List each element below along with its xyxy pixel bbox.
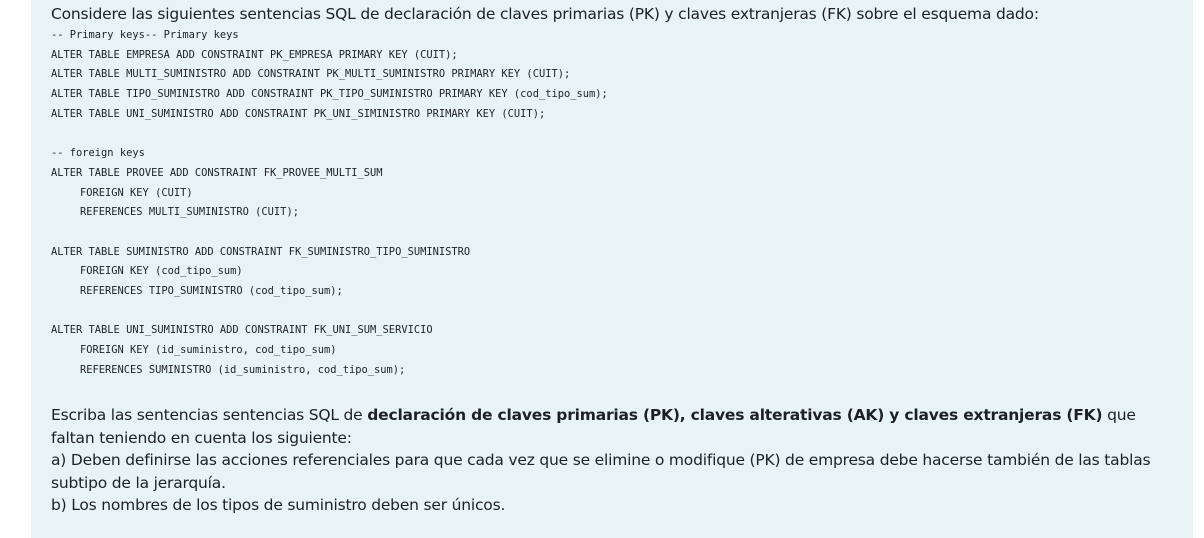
code-line: -- foreign keys — [51, 147, 145, 160]
instruction-item-a: a) Deben definirse las acciones referenc… — [51, 451, 1151, 492]
code-line: REFERENCES MULTI_SUMINISTRO (CUIT); — [80, 206, 299, 219]
code-line: FOREIGN KEY (CUIT) — [80, 186, 193, 199]
code-line: REFERENCES TIPO_SUMINISTRO (cod_tipo_sum… — [80, 284, 343, 297]
instructions-lead-text: Escriba las sentencias sentencias SQL de — [51, 406, 368, 425]
code-line: ALTER TABLE UNI_SUMINISTRO ADD CONSTRAIN… — [51, 107, 546, 120]
code-line: FOREIGN KEY (id_suministro, cod_tipo_sum… — [80, 344, 337, 356]
code-line: FOREIGN KEY (cod_tipo_sum) — [80, 265, 243, 278]
code-line: REFERENCES SUMINISTRO (id_suministro, co… — [80, 363, 406, 376]
code-line: ALTER TABLE EMPRESA ADD CONSTRAINT PK_EM… — [51, 48, 458, 61]
code-line: -- Primary keys-- Primary keys — [51, 29, 239, 41]
intro-text: Considere las siguientes sentencias SQL … — [51, 5, 1039, 23]
code-line: ALTER TABLE PROVEE ADD CONSTRAINT FK_PRO… — [51, 166, 383, 179]
instructions-text: Escriba las sentencias sentencias SQL de… — [51, 404, 1171, 517]
instructions-lead: Escriba las sentencias sentencias SQL de… — [51, 404, 1171, 449]
code-line: ALTER TABLE TIPO_SUMINISTRO ADD CONSTRAI… — [51, 88, 608, 101]
instructions-bold-text: declaración de claves primarias (PK), cl… — [367, 406, 1103, 425]
question-panel: Considere las siguientes sentencias SQL … — [31, 0, 1193, 538]
sql-code-block: -- Primary keys-- Primary keys ALTER TABL… — [51, 26, 1193, 380]
instruction-item-b: b) Los nombres de los tipos de suministr… — [51, 496, 506, 515]
code-line: ALTER TABLE UNI_SUMINISTRO ADD CONSTRAIN… — [51, 324, 433, 337]
code-line: ALTER TABLE SUMINISTRO ADD CONSTRAINT FK… — [51, 245, 471, 258]
code-line: ALTER TABLE MULTI_SUMINISTRO ADD CONSTRA… — [51, 68, 571, 81]
